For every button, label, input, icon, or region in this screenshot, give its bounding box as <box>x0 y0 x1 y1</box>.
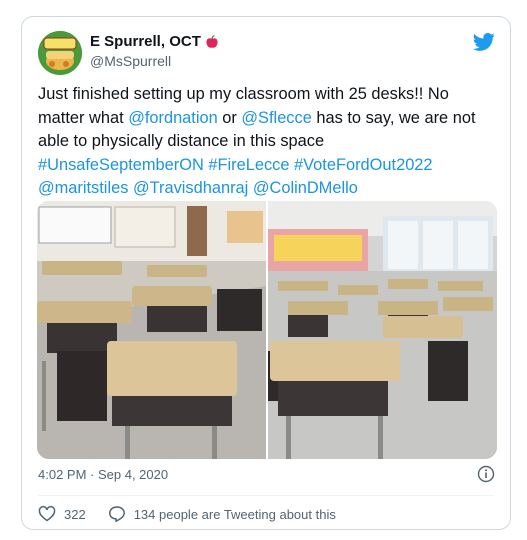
apple-icon <box>205 34 219 49</box>
mention-travisdhanraj[interactable]: @Travisdhanraj <box>133 179 248 197</box>
info-icon[interactable] <box>477 465 495 483</box>
classroom-photo-left[interactable] <box>37 201 266 459</box>
mention-colindmello[interactable]: @ColinDMello <box>253 179 358 197</box>
classroom-photo-right[interactable] <box>268 201 497 459</box>
display-name[interactable]: E Spurrell, OCT <box>90 33 201 50</box>
like-count: 322 <box>64 506 86 522</box>
timestamp[interactable]: 4:02 PM · Sep 4, 2020 <box>38 467 168 482</box>
speech-bubble-icon <box>108 506 125 522</box>
tweet-actions: 322 134 people are Tweeting about this <box>38 505 358 523</box>
heart-icon <box>38 506 56 522</box>
hashtag-firelecce[interactable]: #FireLecce <box>208 156 289 174</box>
tweet-text: Just finished setting up my classroom wi… <box>38 85 476 197</box>
conversation-text: 134 people are Tweeting about this <box>133 506 336 522</box>
hashtag-votefordout2022[interactable]: #VoteFordOut2022 <box>294 156 433 174</box>
mention-fordnation[interactable]: @fordnation <box>128 109 218 127</box>
media-grid <box>37 201 497 459</box>
like-button[interactable]: 322 <box>38 505 86 523</box>
avatar[interactable] <box>38 31 82 75</box>
divider <box>38 495 494 496</box>
twitter-bird-icon[interactable] <box>472 31 496 53</box>
conversation-button[interactable]: 134 people are Tweeting about this <box>108 505 336 523</box>
mention-maritstiles[interactable]: @maritstiles <box>38 179 128 197</box>
hashtag-unsafeseptemberon[interactable]: #UnsafeSeptemberON <box>38 156 204 174</box>
handle[interactable]: @MsSpurrell <box>90 53 171 69</box>
mention-sflecce[interactable]: @Sflecce <box>241 109 311 127</box>
tweet-card[interactable]: E Spurrell, OCT @MsSpurrell Just finishe… <box>21 16 511 530</box>
